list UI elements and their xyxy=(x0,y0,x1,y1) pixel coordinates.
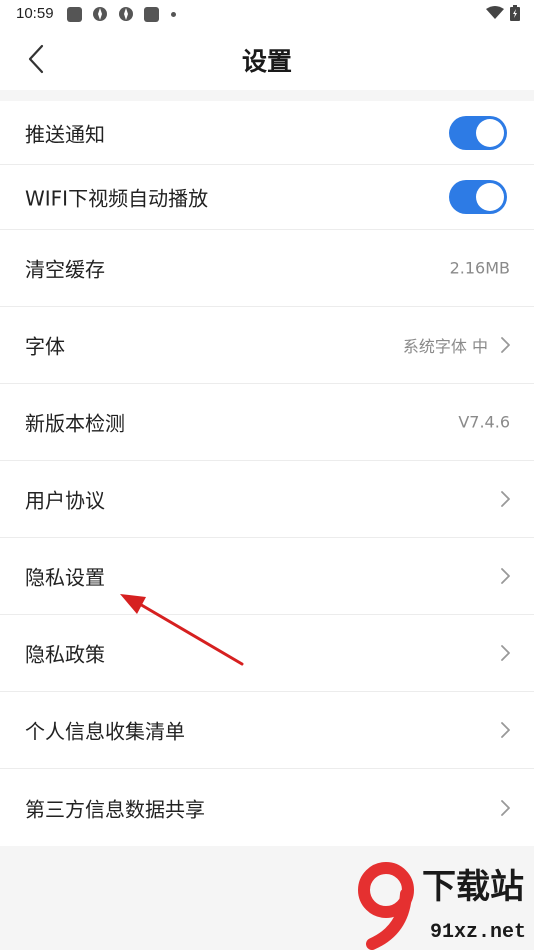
chevron-right-icon xyxy=(501,722,510,738)
settings-row-value: 系统字体 中 xyxy=(402,337,488,356)
settings-row-8[interactable]: 个人信息收集清单 xyxy=(0,692,534,769)
settings-row-4[interactable]: 新版本检测 V7.4.6 xyxy=(0,384,534,461)
chevron-right-icon xyxy=(501,799,510,816)
chevron-right-icon xyxy=(501,645,510,661)
settings-row-label: 第三方信息数据共享 xyxy=(25,797,205,821)
chevron-right-icon xyxy=(501,568,510,584)
battery-icon xyxy=(510,5,520,21)
watermark-domain: 91xz.net xyxy=(429,921,526,944)
settings-row-6[interactable]: 隐私设置 xyxy=(0,538,534,615)
settings-row-1[interactable]: WIFI下视频自动播放 xyxy=(0,165,534,230)
notification-aperture-icon xyxy=(93,7,107,21)
page-title: 设置 xyxy=(241,47,292,76)
settings-list: 推送通知 WIFI下视频自动播放 清空缓存 2.16MB 字体 系统字体 中新版本检测 V7… xyxy=(0,101,534,846)
chevron-right-icon xyxy=(501,491,510,507)
settings-row-0[interactable]: 推送通知 xyxy=(0,101,534,165)
app-header: 设置 xyxy=(0,28,534,90)
settings-row-3[interactable]: 字体 系统字体 中 xyxy=(0,307,534,384)
settings-row-label: 字体 xyxy=(25,334,65,359)
toggle-knob xyxy=(476,118,504,147)
status-bar: 10:59 xyxy=(0,0,534,28)
chevron-right-icon xyxy=(501,337,510,353)
settings-row-value: 2.16MB xyxy=(449,258,510,278)
toggle-switch[interactable] xyxy=(449,180,507,214)
notification-dot-icon xyxy=(171,11,176,17)
settings-row-label: 隐私政策 xyxy=(25,642,105,667)
watermark-brand: 下载站 xyxy=(422,868,524,906)
settings-row-label: 新版本检测 xyxy=(25,411,125,436)
settings-row-label: 隐私设置 xyxy=(25,565,105,590)
notification-square-icon xyxy=(144,6,159,22)
settings-row-label: 推送通知 xyxy=(25,122,105,146)
watermark-9-icon xyxy=(358,862,414,950)
status-time: 10:59 xyxy=(16,5,54,22)
toggle-switch[interactable] xyxy=(449,115,507,150)
toggle-knob xyxy=(476,183,504,211)
settings-row-value: V7.4.6 xyxy=(458,412,510,432)
settings-row-5[interactable]: 用户协议 xyxy=(0,461,534,538)
settings-row-9[interactable]: 第三方信息数据共享 xyxy=(0,769,534,846)
wifi-icon xyxy=(486,6,504,19)
status-notification-icons xyxy=(67,6,176,22)
settings-row-7[interactable]: 隐私政策 xyxy=(0,615,534,692)
settings-row-label: 清空缓存 xyxy=(25,257,105,282)
status-system-icons xyxy=(486,5,520,21)
settings-row-2[interactable]: 清空缓存 2.16MB xyxy=(0,230,534,307)
settings-row-label: 个人信息收集清单 xyxy=(25,719,185,744)
watermark-logo: 下载站 91xz.net xyxy=(354,860,534,950)
notification-square-icon xyxy=(67,6,82,22)
settings-row-label: WIFI下视频自动播放 xyxy=(25,186,209,211)
settings-row-label: 用户协议 xyxy=(25,488,105,513)
notification-aperture-icon xyxy=(119,7,133,21)
